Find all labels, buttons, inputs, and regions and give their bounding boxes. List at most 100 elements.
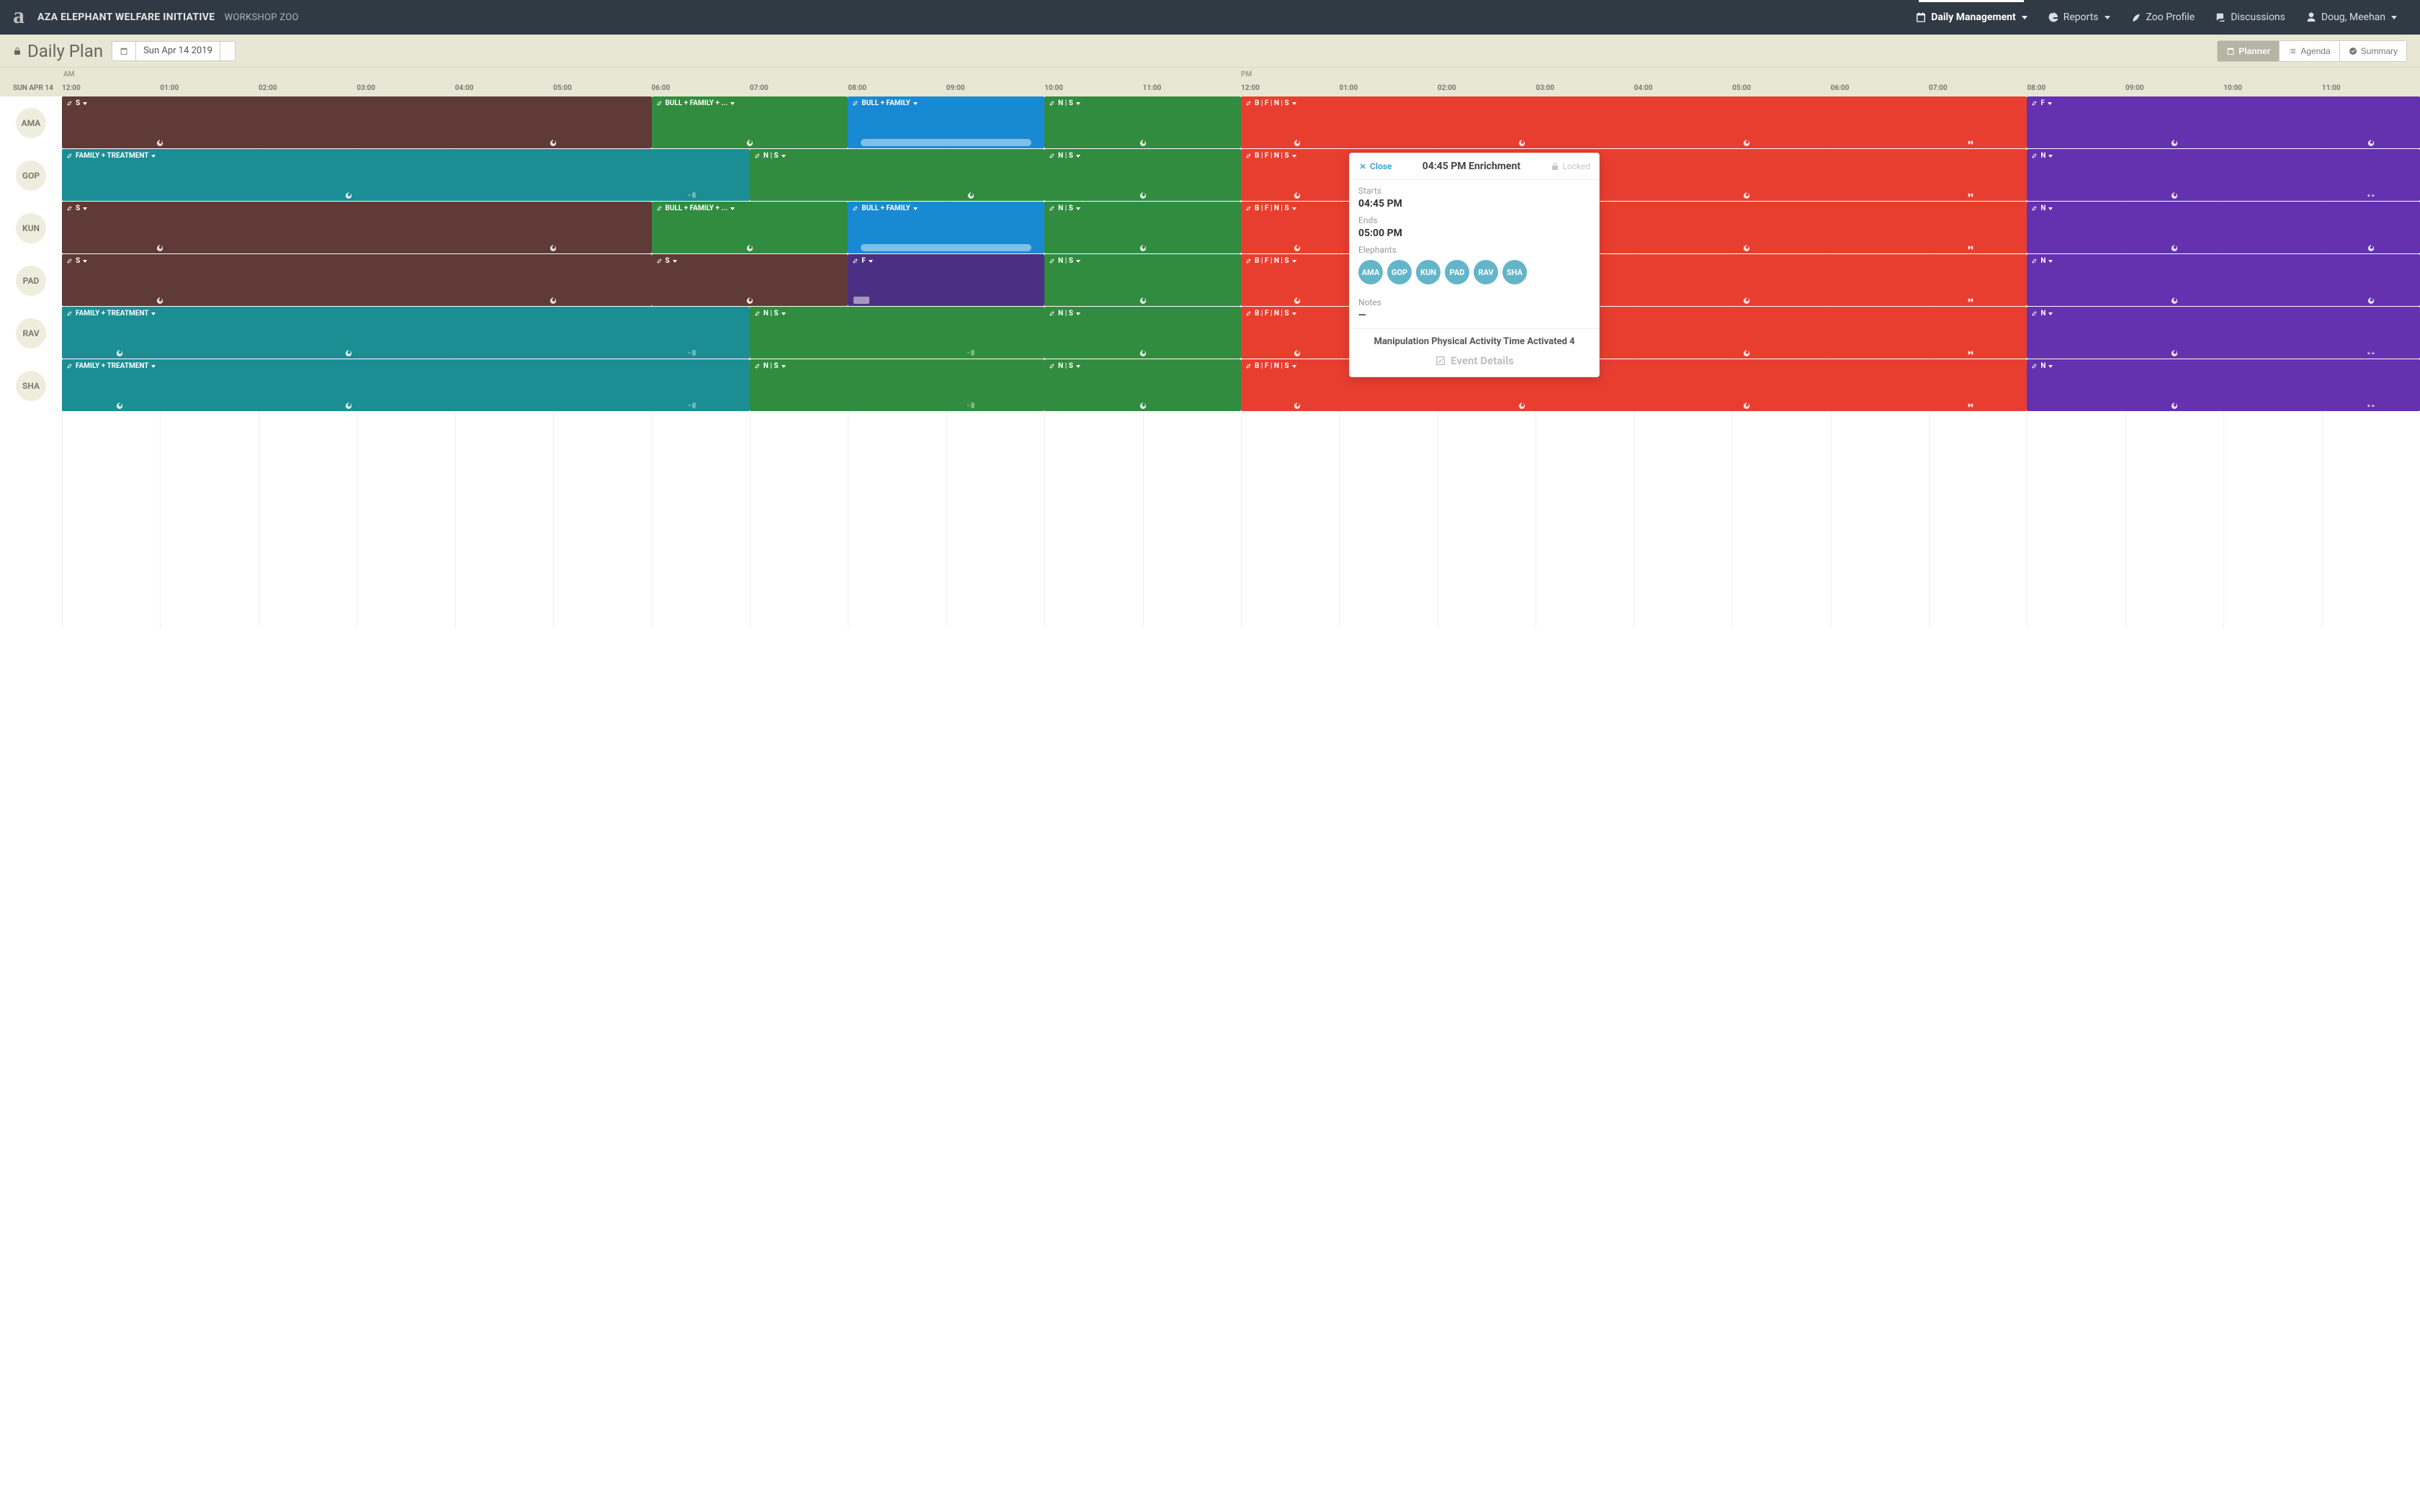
event-block[interactable]: N [2027, 254, 2420, 306]
hour-10: 10:00 [1044, 68, 1142, 96]
page-title: Daily Plan [13, 41, 103, 61]
row-label-gop[interactable]: GOP [16, 161, 46, 191]
nav-doug-meehan[interactable]: Doug, Meehan [2295, 0, 2407, 35]
date-caret-button[interactable] [220, 41, 236, 61]
event-block[interactable]: FAMILY + TREATMENT [62, 149, 750, 201]
hour-6: 06:00 [652, 68, 750, 96]
event-block[interactable]: N | S [1044, 96, 1241, 148]
chevron-down-icon [1292, 260, 1296, 263]
elephant-chip-ama[interactable]: AMA [1358, 260, 1383, 284]
chevron-down-icon [1076, 260, 1080, 263]
event-block[interactable]: BULL + FAMILY + ... [652, 202, 848, 253]
event-block[interactable]: S [62, 202, 652, 253]
hour-15: 03:00 [1536, 68, 1634, 96]
event-block[interactable]: B | F | N | S [1241, 96, 2027, 148]
hour-8: 08:00 [848, 68, 946, 96]
event-block[interactable]: N | S [750, 307, 1044, 359]
hour-11: 11:00 [1143, 68, 1241, 96]
swap-icon [1245, 310, 1252, 317]
elephant-chip-gop[interactable]: GOP [1387, 260, 1412, 284]
day-label: SUN APR 14 [0, 68, 62, 96]
row-label-sha[interactable]: SHA [16, 371, 46, 401]
am-label: AM [63, 71, 74, 78]
calendar-icon [1915, 12, 1927, 23]
view-agenda-button[interactable]: Agenda [2279, 41, 2339, 61]
calendar-icon [2226, 47, 2235, 55]
swap-icon [1245, 100, 1252, 107]
event-block[interactable]: N | S [1044, 202, 1241, 253]
event-block[interactable]: BULL + FAMILY + ... [652, 96, 848, 148]
row-label-rav[interactable]: RAV [16, 318, 46, 348]
starts-value: 04:45 PM [1358, 198, 1590, 210]
chevron-down-icon [151, 312, 156, 315]
event-block[interactable]: S [62, 96, 652, 148]
elephant-chip-pad[interactable]: PAD [1445, 260, 1469, 284]
event-block[interactable]: FAMILY + TREATMENT [62, 359, 750, 411]
date-display[interactable]: Sun Apr 14 2019 [136, 41, 220, 61]
elephants-label: Elephants [1358, 245, 1590, 255]
user-icon [2305, 12, 2317, 23]
event-block[interactable]: N [2027, 202, 2420, 253]
track-kun: SBULL + FAMILY + ...BULL + FAMILYN | SB … [62, 202, 2420, 254]
event-block[interactable]: FAMILY + TREATMENT [62, 307, 750, 359]
view-summary-button[interactable]: Summary [2339, 41, 2406, 61]
track-sha: FAMILY + TREATMENTN | SN | SB | F | N | … [62, 359, 2420, 412]
timeline-body: AMAGOPKUNPADRAVSHA SBULL + FAMILY + ...B… [0, 96, 2420, 412]
chevron-down-icon [151, 155, 156, 158]
event-block[interactable]: N | S [1044, 359, 1241, 411]
page-title-text: Daily Plan [27, 41, 103, 61]
popover-locked: Locked [1551, 161, 1590, 171]
nav-reports[interactable]: Reports [2038, 0, 2120, 35]
checkbox-icon [1435, 355, 1446, 366]
zoo-name: WORKSHOP ZOO [225, 12, 299, 23]
chevron-down-icon [1076, 207, 1080, 210]
nav-daily-management[interactable]: Daily Management [1905, 0, 2037, 35]
chevron-down-icon [1292, 312, 1296, 315]
event-block[interactable]: F [848, 254, 1044, 306]
event-block[interactable]: N | S [1044, 307, 1241, 359]
swap-icon [66, 310, 73, 317]
event-block[interactable]: N | S [1044, 149, 1241, 201]
event-block[interactable]: BULL + FAMILY [848, 96, 1044, 148]
swap-icon [1049, 258, 1055, 264]
hour-12: 12:00 [1241, 68, 1339, 96]
nav-zoo-profile[interactable]: Zoo Profile [2120, 0, 2205, 35]
hour-7: 07:00 [750, 68, 848, 96]
elephant-chip-sha[interactable]: SHA [1502, 260, 1527, 284]
swap-icon [852, 205, 859, 212]
chevron-down-icon [869, 260, 873, 263]
elephant-chip-kun[interactable]: KUN [1416, 260, 1440, 284]
timeline-header: SUN APR 14 12:0001:0002:0003:0004:0005:0… [0, 68, 2420, 96]
event-block[interactable]: BULL + FAMILY [848, 202, 1044, 253]
row-label-pad[interactable]: PAD [16, 266, 46, 296]
chevron-down-icon [730, 102, 735, 105]
event-block[interactable]: N [2027, 359, 2420, 411]
event-block[interactable]: N [2027, 307, 2420, 359]
chevron-down-icon [2048, 260, 2053, 263]
event-details-button[interactable]: Event Details [1435, 354, 1514, 367]
popover-close-button[interactable]: Close [1358, 161, 1392, 171]
calendar-icon [120, 47, 128, 55]
popover-title: 04:45 PM Enrichment [1422, 161, 1520, 172]
row-label-kun[interactable]: KUN [16, 213, 46, 243]
swap-icon [66, 205, 73, 212]
top-nav: a AZA ELEPHANT WELFARE INITIATIVE WORKSH… [0, 0, 2420, 35]
event-block[interactable]: F [2027, 96, 2420, 148]
pm-label: PM [1241, 71, 1252, 78]
chevron-down-icon [83, 102, 87, 105]
date-picker[interactable]: Sun Apr 14 2019 [112, 41, 236, 61]
chevron-down-icon [2048, 365, 2053, 368]
event-block[interactable]: N | S [750, 149, 1044, 201]
event-block[interactable]: N | S [1044, 254, 1241, 306]
event-block[interactable]: S [62, 254, 652, 306]
event-block[interactable]: S [652, 254, 848, 306]
app-logo: a [13, 4, 24, 31]
subheader: Daily Plan Sun Apr 14 2019 PlannerAgenda… [0, 35, 2420, 68]
event-block[interactable]: N [2027, 149, 2420, 201]
date-calendar-button[interactable] [112, 41, 136, 61]
nav-discussions[interactable]: Discussions [2205, 0, 2295, 35]
row-label-ama[interactable]: AMA [16, 108, 46, 138]
view-planner-button[interactable]: Planner [2218, 41, 2279, 61]
event-block[interactable]: N | S [750, 359, 1044, 411]
elephant-chip-rav[interactable]: RAV [1474, 260, 1498, 284]
